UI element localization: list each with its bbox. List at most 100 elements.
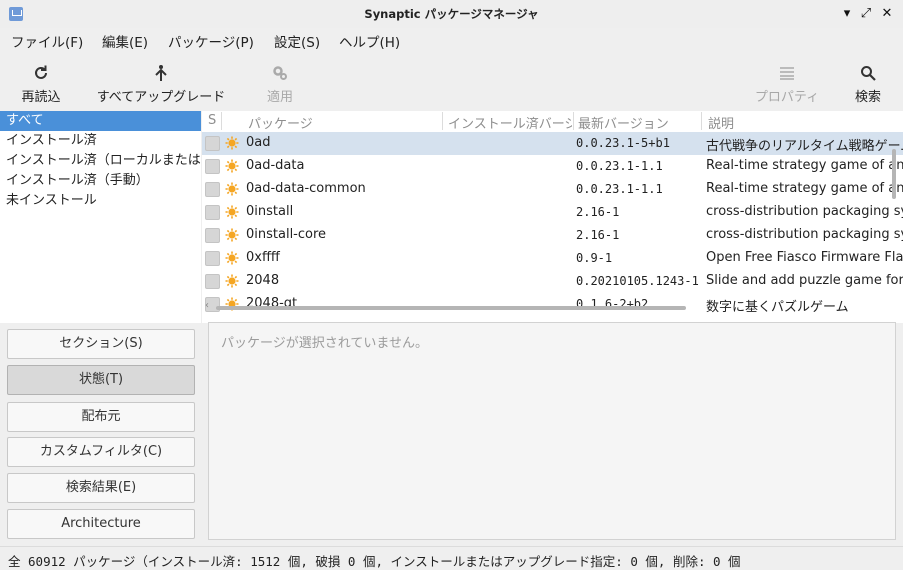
package-name: 0install bbox=[246, 204, 294, 219]
properties-label: プロパティ bbox=[754, 90, 820, 105]
column-description-header[interactable]: 説明 bbox=[708, 113, 734, 132]
menu-settings[interactable]: 設定(S) bbox=[274, 31, 320, 51]
table-row[interactable]: 0xffff 0.9-1 Open Free Fiasco Firmware Fla… bbox=[202, 247, 903, 270]
package-name: 0install-core bbox=[246, 227, 327, 242]
table-row[interactable]: 0ad-data-common 0.0.23.1-1.1 Real-time str… bbox=[202, 178, 903, 201]
package-description: 数字に基くパズルゲーム bbox=[706, 300, 849, 315]
column-package-header[interactable]: パッケージ bbox=[248, 113, 438, 132]
install-checkbox[interactable] bbox=[205, 274, 220, 289]
column-separator[interactable] bbox=[442, 112, 443, 130]
install-checkbox[interactable] bbox=[205, 159, 220, 174]
filter-installed-local[interactable]: インストール済（ローカルまたは廃止済） bbox=[0, 151, 201, 171]
package-name: 2048 bbox=[246, 273, 280, 288]
package-status-icon bbox=[225, 251, 239, 265]
search-button[interactable]: 検索 bbox=[850, 62, 886, 105]
table-row[interactable]: 2048 0.20210105.1243-1 Slide and add puzzl… bbox=[202, 270, 903, 293]
package-description: Real-time strategy game of ancient warfa… bbox=[706, 158, 903, 173]
latest-version: 0.0.23.1-1.1 bbox=[576, 182, 663, 196]
search-label: 検索 bbox=[854, 90, 881, 105]
package-status-icon bbox=[225, 182, 239, 196]
table-row[interactable]: 0install-core 2.16-1 cross-distribution pa… bbox=[202, 224, 903, 247]
install-checkbox[interactable] bbox=[205, 205, 220, 220]
table-row[interactable]: 0ad 0.0.23.1-5+b1 古代戦争のリアルタイム戦略ゲーム bbox=[202, 132, 903, 155]
upgrade-icon bbox=[94, 62, 228, 84]
scroll-left-arrow-icon[interactable]: ‹ bbox=[205, 300, 209, 311]
package-name: 0ad-data bbox=[246, 158, 305, 173]
column-status-header[interactable]: S bbox=[208, 113, 216, 128]
upgrade-all-button[interactable]: すべてアップグレード bbox=[94, 62, 228, 105]
minimize-icon[interactable]: ▾ bbox=[838, 5, 856, 23]
filter-all[interactable]: すべて bbox=[0, 111, 201, 131]
filter-not-installed[interactable]: 未インストール bbox=[0, 191, 201, 211]
status-text: 全 60912 パッケージ（インストール済: 1512 個, 破損 0 個, イ… bbox=[8, 554, 741, 569]
latest-version: 0.20210105.1243-1 bbox=[576, 274, 699, 288]
filter-installed-manual[interactable]: インストール済（手動） bbox=[0, 171, 201, 191]
package-status-icon bbox=[225, 159, 239, 173]
column-separator[interactable] bbox=[573, 112, 574, 130]
package-description: Open Free Fiasco Firmware Flasher bbox=[706, 250, 903, 265]
status-filter-button[interactable]: 状態(T) bbox=[7, 365, 195, 395]
reload-button[interactable]: 再読込 bbox=[18, 62, 64, 105]
package-status-icon bbox=[225, 228, 239, 242]
latest-version: 2.16-1 bbox=[576, 205, 620, 219]
close-icon[interactable]: ✕ bbox=[878, 5, 896, 23]
list-icon bbox=[752, 62, 822, 84]
architecture-button[interactable]: Architecture bbox=[7, 509, 195, 539]
maximize-icon[interactable]: ⤢ bbox=[857, 5, 875, 23]
latest-version: 0.9-1 bbox=[576, 251, 613, 265]
menu-file[interactable]: ファイル(F) bbox=[11, 31, 83, 51]
refresh-icon bbox=[18, 62, 64, 84]
package-details-pane: パッケージが選択されていません。 bbox=[208, 322, 896, 540]
menu-bar: ファイル(F) 編集(E) パッケージ(P) 設定(S) ヘルプ(H) bbox=[0, 28, 903, 52]
window-title: Synaptic パッケージマネージャ bbox=[364, 7, 539, 21]
package-name: 0ad bbox=[246, 135, 271, 150]
package-description: 古代戦争のリアルタイム戦略ゲーム bbox=[706, 139, 903, 154]
origin-filter-button[interactable]: 配布元 bbox=[7, 402, 195, 432]
package-description: Real-time strategy game of ancient warfa… bbox=[706, 181, 903, 196]
apply-label: 適用 bbox=[266, 90, 293, 105]
package-name: 0ad-data-common bbox=[246, 181, 366, 196]
horizontal-scrollbar[interactable] bbox=[216, 306, 686, 310]
gears-icon bbox=[262, 62, 298, 84]
apply-button[interactable]: 適用 bbox=[262, 62, 298, 105]
toolbar: 再読込 すべてアップグレード 適用 プロパティ 検索 bbox=[0, 52, 903, 110]
upgrade-all-label: すべてアップグレード bbox=[96, 90, 226, 105]
package-status-icon bbox=[225, 136, 239, 150]
reload-label: 再読込 bbox=[21, 90, 61, 105]
status-bar: 全 60912 パッケージ（インストール済: 1512 個, 破損 0 個, イ… bbox=[0, 546, 903, 570]
package-status-icon bbox=[225, 274, 239, 288]
filter-installed[interactable]: インストール済 bbox=[0, 131, 201, 151]
custom-filter-button[interactable]: カスタムフィルタ(C) bbox=[7, 437, 195, 467]
column-latest-version-header[interactable]: 最新バージョン bbox=[578, 113, 698, 132]
search-results-button[interactable]: 検索結果(E) bbox=[7, 473, 195, 503]
table-row[interactable]: 0install 2.16-1 cross-distribution packagi… bbox=[202, 201, 903, 224]
latest-version: 0.0.23.1-1.1 bbox=[576, 159, 663, 173]
package-description: cross-distribution packaging system (non… bbox=[706, 227, 903, 242]
package-status-icon bbox=[225, 205, 239, 219]
properties-button[interactable]: プロパティ bbox=[752, 62, 822, 105]
install-checkbox[interactable] bbox=[205, 182, 220, 197]
table-row[interactable]: 0ad-data 0.0.23.1-1.1 Real-time strategy g… bbox=[202, 155, 903, 178]
package-description: cross-distribution packaging system bbox=[706, 204, 903, 219]
vertical-scrollbar[interactable] bbox=[892, 149, 896, 199]
column-installed-version-header[interactable]: インストール済バージョン bbox=[448, 113, 572, 132]
package-description: Slide and add puzzle game for text mode bbox=[706, 273, 903, 288]
title-bar: Synaptic パッケージマネージャ ▾ ⤢ ✕ bbox=[0, 0, 903, 28]
package-table: S パッケージ インストール済バージョン 最新バージョン 説明 0ad 0.0.2… bbox=[202, 111, 903, 323]
no-package-selected-text: パッケージが選択されていません。 bbox=[221, 336, 428, 351]
menu-package[interactable]: パッケージ(P) bbox=[168, 31, 254, 51]
latest-version: 2.16-1 bbox=[576, 228, 620, 242]
latest-version: 0.0.23.1-5+b1 bbox=[576, 136, 670, 150]
section-filter-button[interactable]: セクション(S) bbox=[7, 329, 195, 359]
search-icon bbox=[850, 62, 886, 84]
install-checkbox[interactable] bbox=[205, 136, 220, 151]
filter-list: すべて インストール済 インストール済（ローカルまたは廃止済） インストール済（… bbox=[0, 111, 201, 323]
menu-help[interactable]: ヘルプ(H) bbox=[339, 31, 400, 51]
install-checkbox[interactable] bbox=[205, 251, 220, 266]
install-checkbox[interactable] bbox=[205, 228, 220, 243]
table-header: S パッケージ インストール済バージョン 最新バージョン 説明 bbox=[202, 111, 903, 133]
menu-edit[interactable]: 編集(E) bbox=[102, 31, 148, 51]
table-row[interactable]: 2048-qt 0.1.6-2+b2 数字に基くパズルゲーム bbox=[202, 293, 903, 316]
column-separator[interactable] bbox=[221, 112, 222, 130]
column-separator[interactable] bbox=[701, 112, 702, 130]
